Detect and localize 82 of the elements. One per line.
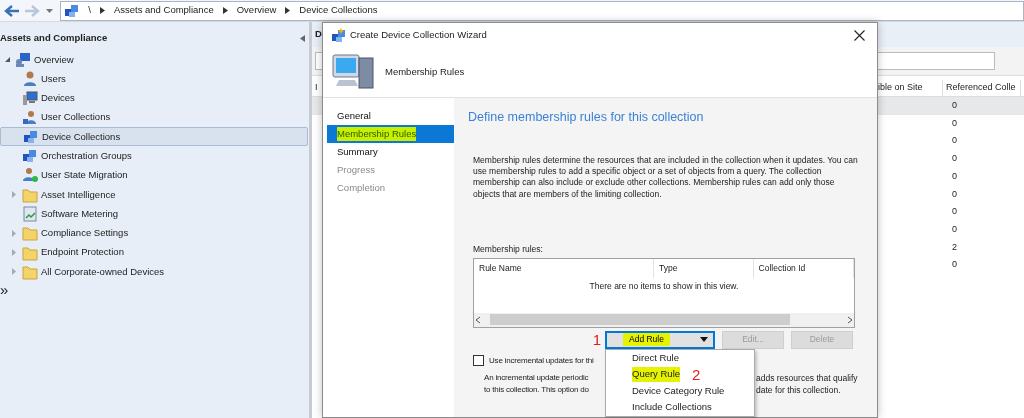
pane-title: D [315, 27, 322, 42]
tree-item[interactable]: Endpoint Protection [0, 242, 309, 263]
tree-item[interactable]: Devices [0, 88, 309, 108]
note-text: to this collection. This option do [484, 383, 590, 396]
user-icon [22, 70, 38, 87]
dropdown-arrow-icon [700, 337, 708, 343]
field-label: Membership rules: [473, 242, 544, 256]
wizard-step[interactable]: Membership Rules [327, 125, 454, 143]
section-heading: Define membership rules for this collection [468, 109, 705, 126]
step-annotation: 1 [592, 332, 601, 348]
breadcrumb[interactable]: Device Collections [291, 3, 386, 18]
expanded-icon [4, 56, 11, 64]
description-text: Membership rules determine the resources that are included in the collection when it updates. You can use membership rules to add a specific object or a set of objects from a query. The collection membership can also include or exclude other collections. Membership rules can add only those objects that are members of the limiting collection. [473, 154, 859, 200]
tree-item[interactable]: Compliance Settings [0, 223, 309, 243]
table-cell-text: 0 [951, 205, 957, 219]
wizard-step[interactable]: General [327, 107, 454, 125]
collapsed-icon [11, 249, 18, 257]
tree-item[interactable]: User Collections [0, 107, 309, 128]
back-arrow-icon [4, 3, 21, 18]
wizard-icon [331, 28, 345, 42]
menu-item[interactable]: Query Rule [632, 367, 681, 382]
monitor-people-icon [15, 51, 31, 68]
chevron-icon [221, 7, 229, 14]
menu-item[interactable]: Include Collections [632, 400, 712, 415]
tree-item[interactable]: Overview [0, 50, 309, 70]
note-text: adds resources that qualify [756, 371, 858, 384]
tree-item[interactable]: All Corporate-owned Devices [0, 262, 309, 282]
folder-icon [22, 263, 38, 280]
address-bar[interactable]: \ Assets and Compliance Overview Device Collections [60, 0, 1024, 21]
column-header[interactable]: Collection Id [753, 258, 854, 278]
meter-icon [22, 206, 38, 222]
collection-icon [64, 2, 81, 19]
menu-item[interactable]: Direct Rule [632, 350, 679, 366]
table-cell-text: 0 [951, 222, 957, 236]
empty-message: There are no items to show in this view. [588, 279, 740, 293]
chevron-icon [98, 7, 106, 14]
forward-arrow-icon [24, 3, 41, 18]
wizard-step[interactable]: Summary [327, 143, 454, 161]
tree-item[interactable]: Device Collections [0, 127, 308, 147]
collection-icon [23, 128, 39, 145]
window-title: Create Device Collection Wizard [350, 27, 488, 42]
folder-icon [22, 225, 38, 242]
checkbox[interactable] [473, 355, 484, 367]
breadcrumb[interactable]: Assets and Compliance [105, 3, 222, 18]
tree-item[interactable]: Software Metering [0, 204, 309, 224]
split-button[interactable]: Add Rule [605, 330, 715, 349]
collection-icon [22, 148, 38, 165]
tree-item[interactable]: User State Migration [0, 165, 309, 186]
rules-list[interactable]: Rule Name Type Collection Id There are no items to show in this view. [473, 257, 855, 328]
page-header: Membership Rules [385, 64, 465, 79]
tree-item[interactable]: Users [0, 69, 309, 89]
close-icon [853, 29, 865, 41]
computer-icon [331, 52, 377, 92]
user-arrow-icon [22, 167, 38, 184]
pane-title: Assets and Compliance [0, 30, 108, 45]
expand-pane-button[interactable]: » [0, 282, 309, 297]
table-cell-text: 0 [951, 99, 957, 113]
scrollbar-thumb[interactable] [490, 314, 790, 326]
column-header[interactable]: Referenced Colle [943, 80, 1021, 96]
column-header[interactable]: Type [654, 258, 754, 278]
wizard-step[interactable]: Progress [327, 161, 454, 179]
checkbox-label[interactable]: Use incremental updates for thi [489, 354, 594, 367]
step-annotation: 2 [692, 366, 701, 382]
collapse-icon [300, 34, 305, 42]
folder-icon [22, 186, 38, 203]
folder-icon [22, 244, 38, 261]
collapsed-icon [11, 229, 18, 237]
computer-icon [22, 90, 38, 107]
tree-item[interactable]: Orchestration Groups [0, 146, 309, 166]
tree-item[interactable]: Asset Intelligence [0, 185, 309, 205]
wizard-step[interactable]: Completion [327, 179, 454, 197]
users-collection-icon [22, 109, 38, 126]
breadcrumb[interactable]: Overview [228, 3, 285, 18]
column-header[interactable]: Rule Name [474, 258, 655, 278]
note-text: date for this collection. [756, 383, 842, 396]
chevron-icon [284, 7, 292, 14]
note-text: An incremental update periodic [484, 371, 590, 384]
address-root[interactable]: \ [80, 3, 99, 18]
menu-item[interactable]: Device Category Rule [632, 383, 725, 399]
caret-icon [45, 8, 53, 13]
collapsed-icon [11, 191, 18, 199]
collapsed-icon [11, 268, 18, 276]
